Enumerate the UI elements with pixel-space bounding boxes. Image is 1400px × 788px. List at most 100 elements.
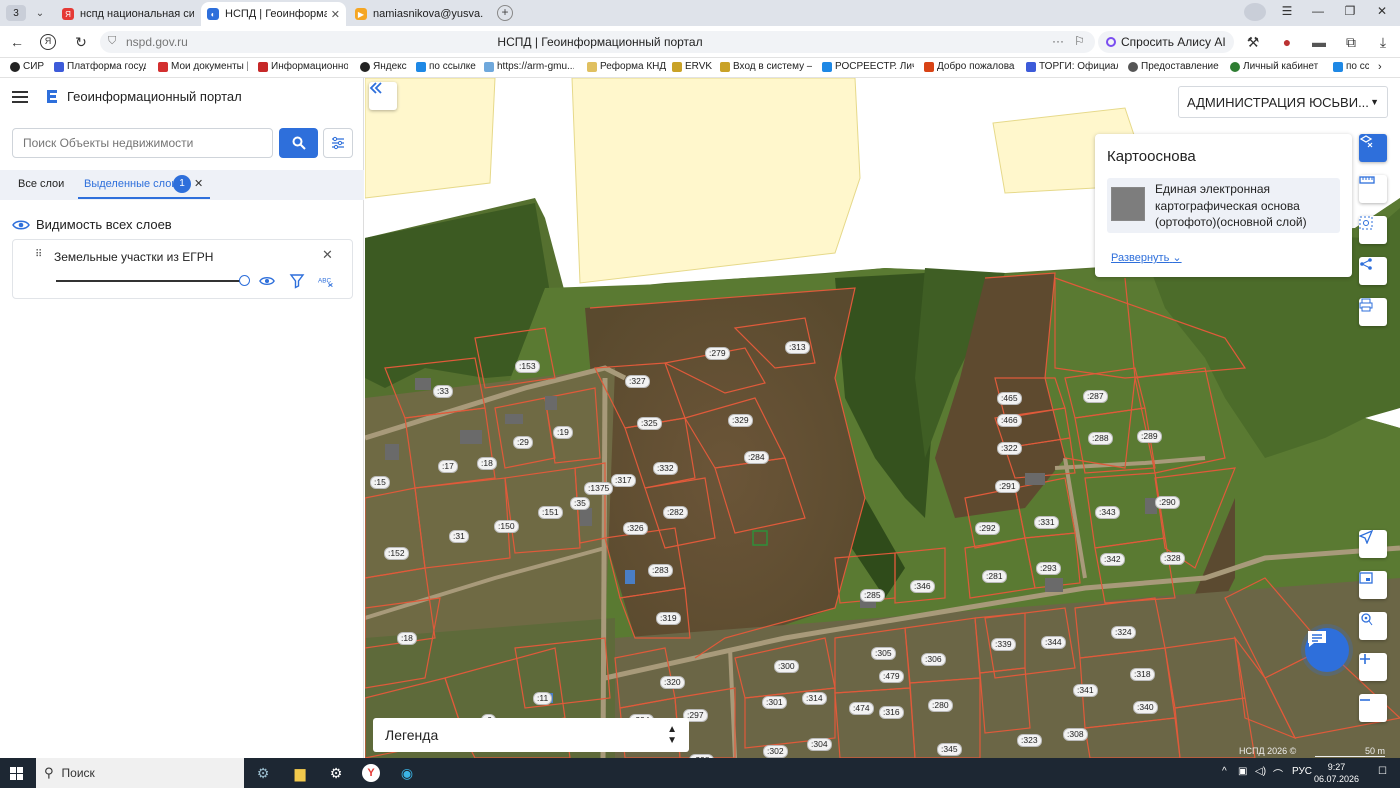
bookmark-item[interactable]: по ссылке [416,61,476,72]
parcel-label[interactable]: :285 [860,589,885,602]
bookmark-item[interactable]: Предоставление [1128,61,1220,72]
parcel-label[interactable]: :281 [982,570,1007,583]
settings-icon[interactable]: ⚙ [327,764,345,782]
close-icon[interactable]: ✕ [322,247,333,263]
more-bookmarks-icon[interactable]: › [1378,61,1392,73]
search-input[interactable] [12,128,273,158]
parcel-label[interactable]: :280 [928,699,953,712]
parcel-label[interactable]: :19 [553,426,573,439]
extension-icon[interactable]: ▬ [1310,34,1328,50]
hamburger-menu-icon[interactable] [12,91,28,103]
parcel-label[interactable]: :291 [995,480,1020,493]
extension-icon[interactable]: ● [1278,34,1296,50]
parcel-label[interactable]: :289 [1137,430,1162,443]
bookmark-item[interactable]: Реформа КНД [587,61,667,72]
close-icon[interactable]: ✕ [331,8,340,21]
parcel-label[interactable]: :292 [975,522,1000,535]
chevron-down-icon[interactable]: ⌄ [30,4,50,22]
parcel-label[interactable]: :305 [871,647,896,660]
bookmark-item[interactable]: Платформа госуд [54,61,146,72]
tab-count-badge[interactable]: 3 [6,5,26,21]
parcel-label[interactable]: :290 [1155,496,1180,509]
layers-button[interactable] [1359,134,1387,162]
collapse-sidebar-button[interactable] [369,82,397,110]
parcel-label[interactable]: :18 [477,457,497,470]
bookmark-item[interactable]: Информационно [258,61,348,72]
share-button[interactable] [1359,257,1387,285]
parcel-label[interactable]: :319 [656,612,681,625]
parcel-label[interactable]: :151 [538,506,563,519]
file-explorer-icon[interactable]: ▆ [291,764,309,782]
close-window-icon[interactable]: ✕ [1372,4,1392,18]
browser-tab-1[interactable]: Я нспд национальная систе [56,2,200,26]
parcel-label[interactable]: :283 [648,564,673,577]
parcel-label[interactable]: :313 [785,341,810,354]
parcel-label[interactable]: :465 [997,392,1022,405]
parcel-label[interactable]: :288 [1088,432,1113,445]
bookmark-item[interactable]: https://arm-gmu... [484,61,574,72]
visibility-all-layers[interactable]: Видимость всех слоев [12,217,172,232]
parcel-label[interactable]: :317 [611,474,636,487]
parcel-label[interactable]: :318 [1130,668,1155,681]
notifications-icon[interactable]: ☐ [1378,766,1387,777]
bookmark-item[interactable]: ERVK [672,61,714,72]
parcel-label[interactable]: :302 [763,745,788,758]
restore-icon[interactable]: ❐ [1340,4,1360,18]
parcel-label[interactable]: :15 [370,476,390,489]
region-select[interactable]: АДМИНИСТРАЦИЯ ЮСЬВИ... ▼ [1178,86,1388,118]
bookmark-item[interactable]: Личный кабинет [1230,61,1322,72]
zoom-in-button[interactable] [1359,653,1387,681]
bookmark-item[interactable]: Вход в систему – [720,61,812,72]
new-tab-button[interactable]: + [497,5,513,21]
extension-icon[interactable]: ⚒ [1244,34,1262,51]
parcel-label[interactable]: :327 [625,375,650,388]
bookmark-item[interactable]: Мои документы | [158,61,248,72]
parcel-label[interactable]: :284 [744,451,769,464]
expand-link[interactable]: Развернуть ⌄ [1111,251,1182,264]
extensions-icon[interactable]: ⧉ [1342,34,1360,51]
minimize-icon[interactable]: — [1308,4,1328,18]
menu-icon[interactable]: ☰ [1277,4,1297,18]
parcel-label[interactable]: :328 [1160,552,1185,565]
tab-all-layers[interactable]: Все слои [18,178,64,190]
yandex-browser-icon[interactable]: Y [362,764,380,782]
parcel-label[interactable]: :150 [494,520,519,533]
bookmark-item[interactable]: ТОРГИ: Официал [1026,61,1118,72]
parcel-label[interactable]: :342 [1100,553,1125,566]
parcel-label[interactable]: :308 [1063,728,1088,741]
parcel-label[interactable]: :282 [663,506,688,519]
parcel-label[interactable]: :279 [705,347,730,360]
parcel-label[interactable]: :325 [637,417,662,430]
legend-toggle[interactable]: Легенда ▲ ▼ [373,718,689,752]
chat-button[interactable] [1305,628,1349,672]
parcel-label[interactable]: :33 [433,385,453,398]
parcel-label[interactable]: :331 [1034,516,1059,529]
app-icon[interactable]: ⚙ [254,764,272,782]
parcel-label[interactable]: :304 [807,738,832,751]
parcel-label[interactable]: :316 [879,706,904,719]
parcel-label[interactable]: :340 [1133,701,1158,714]
tab-selected-layers[interactable]: Выделенные слои [84,178,177,190]
parcel-label[interactable]: :29 [513,436,533,449]
opacity-slider-handle[interactable] [239,275,250,286]
parcel-label[interactable]: :153 [515,360,540,373]
taskbar-search[interactable]: ⚲ Поиск [36,758,244,788]
windows-start-icon[interactable] [10,767,23,780]
download-icon[interactable]: ⤓ [1374,34,1392,51]
parcel-label[interactable]: :345 [937,743,962,756]
bookmark-item[interactable]: СИР [10,61,50,72]
clock[interactable]: 9:27 06.07.2026 [1314,761,1359,785]
parcel-label[interactable]: :31 [449,530,469,543]
parcel-label[interactable]: :322 [997,442,1022,455]
parcel-label[interactable]: :35 [570,497,590,510]
parcel-label[interactable]: :474 [849,702,874,715]
filter-settings-button[interactable] [323,128,353,158]
bookmark-item[interactable]: по сс [1333,61,1369,72]
yandex-home-icon[interactable]: Я [40,34,56,50]
profile-icon[interactable] [1244,3,1266,21]
parcel-label[interactable]: :344 [1041,636,1066,649]
close-icon[interactable]: ✕ [194,177,203,190]
parcel-label[interactable]: :287 [1083,390,1108,403]
ruler-button[interactable] [1359,175,1387,203]
bookmark-icon[interactable]: ⚐ [1074,34,1085,48]
